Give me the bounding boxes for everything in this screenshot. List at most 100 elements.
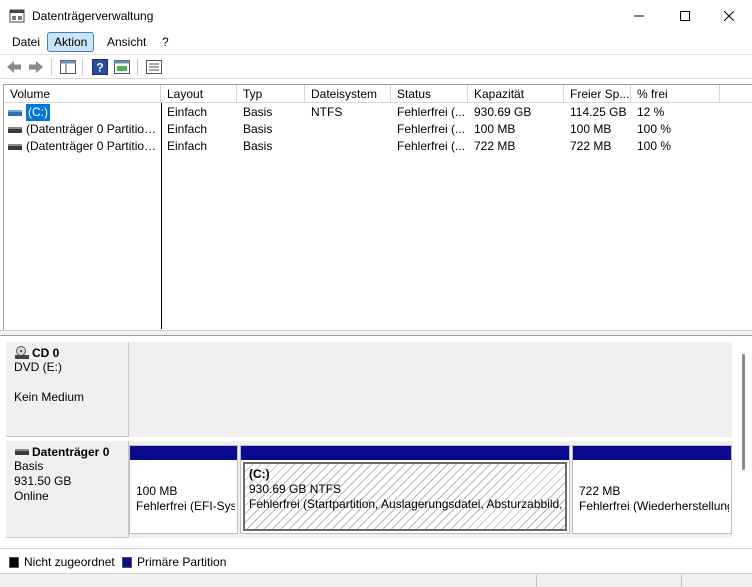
cd-drive-icon	[15, 346, 29, 359]
volume-label: (Datenträger 0 Partition 4)	[26, 139, 160, 153]
column-header-volume[interactable]: Volume	[4, 85, 161, 103]
table-row[interactable]: (Datenträger 0 Partition 4) Einfach Basi…	[4, 138, 752, 155]
column-header-status[interactable]: Status	[391, 85, 468, 103]
volume-label: (C:)	[26, 104, 50, 121]
column-header-kapazitaet[interactable]: Kapazität	[468, 85, 564, 103]
partition-size: 930.69 GB NTFS	[249, 482, 342, 496]
volume-list-header: Volume Layout Typ Dateisystem Status Kap…	[4, 85, 752, 103]
menu-aktion[interactable]: Aktion	[47, 32, 95, 52]
partition-title: (C:)	[249, 467, 270, 481]
disk-list-button[interactable]	[145, 58, 163, 76]
menu-bar: Datei Aktion Ansicht ?	[0, 31, 752, 53]
partition-type-bar	[241, 446, 569, 460]
disk-type: Basis	[14, 459, 44, 473]
toolbar-separator	[137, 59, 138, 75]
menu-datei[interactable]: Datei	[5, 32, 47, 52]
status-separator	[536, 575, 537, 587]
console-tree-icon	[60, 60, 76, 74]
volume-cell: (C:)	[8, 104, 160, 121]
status-cell: Fehlerfrei (...	[397, 105, 466, 119]
column-header-prozent-frei[interactable]: % frei	[631, 85, 720, 103]
volume-drive-icon	[8, 126, 22, 133]
partition-info: 100 MB Fehlerfrei (EFI-Systempartition)	[132, 462, 235, 531]
disk-management-app-icon	[9, 9, 25, 23]
toolbar-separator	[51, 59, 52, 75]
properties-button[interactable]	[113, 58, 131, 76]
volume-label: (Datenträger 0 Partition 1)	[26, 122, 160, 136]
partition-c[interactable]: (C:) 930.69 GB NTFS Fehlerfrei (Startpar…	[240, 445, 570, 534]
console-tree-button[interactable]	[59, 58, 77, 76]
minimize-button[interactable]	[616, 0, 662, 32]
freier-speicher-cell: 722 MB	[570, 139, 612, 153]
column-header-freier-speicher[interactable]: Freier Sp...	[564, 85, 631, 103]
volume-cell: (Datenträger 0 Partition 1)	[8, 121, 160, 138]
help-button[interactable]: ?	[91, 58, 109, 76]
kapazitaet-cell: 100 MB	[474, 122, 516, 136]
partition-efi[interactable]: 100 MB Fehlerfrei (EFI-Systempartition)	[129, 445, 238, 534]
menu-help[interactable]: ?	[155, 32, 176, 52]
disk-state: Online	[14, 489, 49, 503]
minimize-icon	[634, 15, 644, 17]
partition-type-bar	[130, 446, 237, 460]
properties-icon	[114, 60, 130, 74]
partition-size: 100 MB	[136, 484, 178, 498]
partition-info: 722 MB Fehlerfrei (Wiederherstellungspar…	[575, 462, 729, 531]
forward-button[interactable]	[27, 58, 45, 76]
close-button[interactable]	[706, 0, 752, 32]
freier-speicher-cell: 114.25 GB	[570, 105, 627, 119]
disk-name: Datenträger 0	[14, 445, 128, 459]
maximize-button[interactable]	[662, 0, 708, 32]
status-bar	[0, 573, 752, 587]
disk-list-icon	[146, 60, 162, 74]
layout-cell: Einfach	[167, 122, 208, 136]
legend-item-primary: Primäre Partition	[122, 555, 226, 569]
vertical-scrollbar[interactable]	[735, 336, 752, 548]
scrollbar-thumb[interactable]	[742, 354, 745, 470]
table-row[interactable]: (Datenträger 0 Partition 1) Einfach Basi…	[4, 121, 752, 138]
column-header-dateisystem[interactable]: Dateisystem	[305, 85, 391, 103]
column-header-typ[interactable]: Typ	[237, 85, 305, 103]
status-separator	[681, 575, 682, 587]
partition-info: (C:) 930.69 GB NTFS Fehlerfrei (Startpar…	[243, 462, 567, 531]
disk-type: DVD (E:)	[14, 360, 62, 374]
volume-list: Volume Layout Typ Dateisystem Status Kap…	[3, 84, 752, 330]
legend-swatch	[9, 556, 19, 568]
partition-recovery[interactable]: 722 MB Fehlerfrei (Wiederherstellungspar…	[572, 445, 732, 534]
forward-arrow-icon	[29, 61, 43, 73]
kapazitaet-cell: 722 MB	[474, 139, 516, 153]
volume-drive-icon	[8, 109, 22, 116]
back-arrow-icon	[7, 61, 21, 73]
prozent-frei-cell: 100 %	[637, 139, 672, 153]
window-title: Datenträgerverwaltung	[32, 9, 154, 23]
toolbar: ?	[0, 54, 752, 79]
partition-type-bar	[573, 446, 731, 460]
menu-ansicht[interactable]: Ansicht	[100, 32, 153, 52]
maximize-icon	[680, 11, 690, 21]
help-icon: ?	[92, 59, 108, 75]
kapazitaet-cell: 930.69 GB	[474, 105, 532, 119]
legend-swatch	[122, 556, 132, 568]
volume-drive-icon	[8, 143, 22, 150]
column-header-layout[interactable]: Layout	[161, 85, 237, 103]
table-row[interactable]: (C:) Einfach Basis NTFS Fehlerfrei (... …	[4, 104, 752, 121]
disk-graphical-view: CD 0 DVD (E:) Kein Medium Datenträger 0 …	[3, 336, 752, 548]
back-button[interactable]	[5, 58, 23, 76]
partition-status: Fehlerfrei (Startpartition, Auslagerungs…	[249, 497, 565, 511]
prozent-frei-cell: 100 %	[637, 122, 672, 136]
disk-label-disk0[interactable]: Datenträger 0 Basis 931.50 GB Online	[6, 441, 129, 538]
freier-speicher-cell: 100 MB	[570, 122, 612, 136]
hard-disk-icon	[15, 449, 29, 455]
disk-label-cd0[interactable]: CD 0 DVD (E:) Kein Medium	[6, 342, 129, 437]
volume-cell: (Datenträger 0 Partition 4)	[8, 138, 160, 155]
cd0-partition-area	[129, 342, 732, 437]
legend-item-unallocated: Nicht zugeordnet	[9, 555, 115, 569]
title-bar: Datenträgerverwaltung	[0, 0, 752, 32]
layout-cell: Einfach	[167, 139, 208, 153]
typ-cell: Basis	[243, 122, 273, 136]
partition-status: Fehlerfrei (EFI-Systempartition)	[136, 499, 235, 513]
close-icon	[724, 11, 734, 21]
partition-status: Fehlerfrei (Wiederherstellungspartition)	[579, 499, 729, 513]
typ-cell: Basis	[243, 139, 273, 153]
prozent-frei-cell: 12 %	[637, 105, 665, 119]
typ-cell: Basis	[243, 105, 273, 119]
